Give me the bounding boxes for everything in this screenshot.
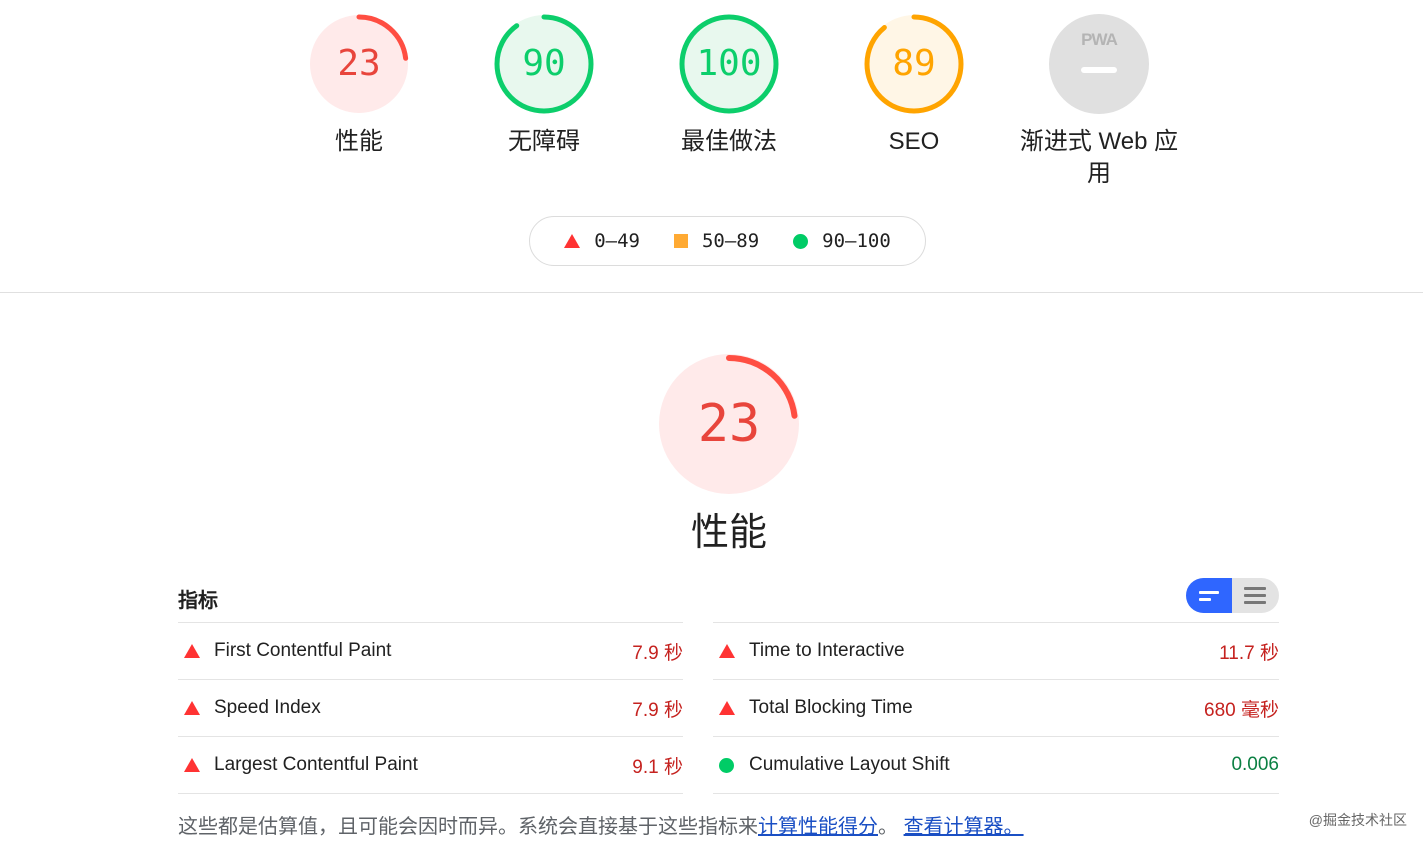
metrics-column-right: Time to Interactive 11.7 秒 Total Blockin… <box>713 622 1279 794</box>
pwa-badge-icon <box>1049 14 1149 114</box>
metric-name: Total Blocking Time <box>749 697 913 718</box>
metrics-view-toggle[interactable] <box>1186 578 1279 613</box>
gauge-score: 89 <box>892 43 936 84</box>
expanded-view-button[interactable] <box>1232 578 1278 613</box>
gauge-pwa[interactable]: PWA 渐进式 Web 应用 <box>1004 12 1194 190</box>
performance-score: 23 <box>697 394 761 454</box>
metric-value: 7.9 秒 <box>632 642 683 664</box>
legend-average-range: 50–89 <box>701 230 760 252</box>
metric-name: First Contentful Paint <box>214 640 392 661</box>
metrics-heading: 指标 <box>178 590 218 612</box>
square-icon <box>673 234 688 248</box>
metric-row[interactable]: Largest Contentful Paint 9.1 秒 <box>178 736 683 794</box>
metric-value: 11.7 秒 <box>1219 642 1279 664</box>
gauge-label: 性能 <box>335 128 383 155</box>
gauge-label: SEO <box>888 128 940 155</box>
metric-row[interactable]: First Contentful Paint 7.9 秒 <box>178 622 683 679</box>
fail-triangle-icon <box>184 644 200 658</box>
footnote-separator: 。 <box>878 816 898 838</box>
lines-icon-bar <box>1199 597 1211 601</box>
fail-triangle-icon <box>719 701 735 715</box>
legend-fail-range: 0–49 <box>594 230 640 252</box>
metric-row[interactable]: Time to Interactive 11.7 秒 <box>713 622 1279 679</box>
metric-value: 9.1 秒 <box>632 756 683 778</box>
watermark: @掘金技术社区 <box>1308 812 1407 828</box>
list-icon-bar <box>1244 594 1266 597</box>
metric-row[interactable]: Speed Index 7.9 秒 <box>178 679 683 736</box>
triangle-icon <box>564 234 581 248</box>
metrics-column-left: First Contentful Paint 7.9 秒 Speed Index… <box>178 622 683 794</box>
legend-pass-range: 90–100 <box>822 230 891 252</box>
metric-row[interactable]: Total Blocking Time 680 毫秒 <box>713 679 1279 736</box>
legend-average: 50–89 <box>673 230 760 252</box>
circle-icon <box>793 233 809 249</box>
legend-fail: 0–49 <box>564 230 640 252</box>
gauge-label: 无障碍 <box>508 128 580 155</box>
gauge-best-practices[interactable]: 100 最佳做法 <box>634 12 824 158</box>
gauge-performance[interactable]: 23 性能 <box>264 12 454 158</box>
gauge-score: 23 <box>337 43 381 84</box>
pass-circle-icon <box>719 757 734 773</box>
collapsed-view-button[interactable] <box>1186 578 1232 613</box>
view-calculator-link[interactable]: 查看计算器。 <box>904 816 1024 838</box>
gauge-score: 90 <box>522 43 566 84</box>
performance-gauge-large: 23 <box>658 353 800 495</box>
performance-title: 性能 <box>690 512 767 554</box>
footnote-text: 这些都是估算值，且可能会因时而异。系统会直接基于这些指标来 <box>178 816 758 838</box>
metric-name: Speed Index <box>214 697 321 718</box>
gauge-label: 最佳做法 <box>681 128 777 155</box>
section-divider <box>0 292 1423 293</box>
metric-name: Cumulative Layout Shift <box>749 754 950 775</box>
legend-pass: 90–100 <box>793 230 891 252</box>
metric-value: 0.006 <box>1231 754 1279 775</box>
fail-triangle-icon <box>184 758 200 772</box>
pwa-logo: PWA <box>1081 30 1118 49</box>
gauge-accessibility[interactable]: 90 无障碍 <box>449 12 639 158</box>
list-icon <box>1244 587 1266 590</box>
metric-value: 680 毫秒 <box>1204 699 1279 721</box>
fail-triangle-icon <box>184 701 200 715</box>
fail-triangle-icon <box>719 644 735 658</box>
metric-name: Time to Interactive <box>749 640 905 661</box>
gauge-label: 渐进式 Web 应用 <box>1019 128 1179 187</box>
metric-row[interactable]: Cumulative Layout Shift 0.006 <box>713 736 1279 794</box>
lines-icon <box>1199 590 1219 594</box>
metric-name: Largest Contentful Paint <box>214 754 418 775</box>
metric-value: 7.9 秒 <box>632 699 683 721</box>
calculate-score-link[interactable]: 计算性能得分 <box>758 816 878 838</box>
metrics-footnote: 这些都是估算值，且可能会因时而异。系统会直接基于这些指标来计算性能得分。 查看计… <box>178 810 1024 839</box>
score-legend: 0–49 50–89 90–100 <box>529 216 926 266</box>
gauge-score: 100 <box>696 43 762 84</box>
list-icon-bar <box>1244 601 1266 604</box>
gauge-seo[interactable]: 89 SEO <box>819 12 1009 158</box>
